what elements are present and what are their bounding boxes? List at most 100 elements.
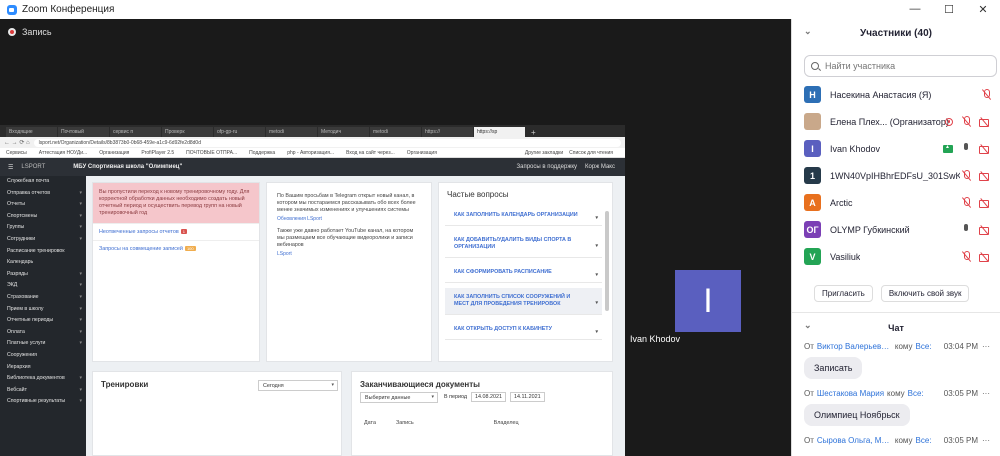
recording-icon xyxy=(8,28,16,36)
chat-sender[interactable]: Сырова Ольга, МАУ... xyxy=(817,436,892,445)
chat-sender[interactable]: Виктор Валерьевич ... xyxy=(817,342,892,351)
lsport-nav-item: ЭКД xyxy=(0,280,86,292)
avatar: I xyxy=(804,140,821,157)
participant-row[interactable]: A Arctic xyxy=(792,189,1000,216)
user-name: Корж Макс xyxy=(585,164,615,170)
faq-item: КАК ОТКРЫТЬ ДОСТУП К КАБИНЕТУ xyxy=(445,320,602,340)
documents-period: В период 14.08.2021 14.11.2021 xyxy=(444,392,549,402)
mic-icon xyxy=(961,224,972,235)
participant-status-icons xyxy=(953,251,992,262)
participant-status-icons xyxy=(953,170,992,181)
participant-row[interactable]: I Ivan Khodov xyxy=(792,135,1000,162)
lsport-nav-item: Отчетные периоды xyxy=(0,315,86,327)
participant-name: Насекина Анастасия (Я) xyxy=(830,89,932,100)
participant-row[interactable]: V Vasiliuk xyxy=(792,243,1000,270)
chat-message-meta: От Сырова Ольга, МАУ... кому Все: 03:05 PM ··… xyxy=(792,436,1000,445)
browser-tab: Входящие xyxy=(6,127,57,137)
more-icon[interactable]: ··· xyxy=(982,342,990,351)
lsport-nav-item: Отправка отчетов xyxy=(0,188,86,200)
browser-tab: ofp-gp-ru xyxy=(214,127,265,137)
lsport-nav-item: Спортсмены xyxy=(0,211,86,223)
avatar xyxy=(804,113,821,130)
date-from: 14.08.2021 xyxy=(471,392,507,402)
maximize-button[interactable]: ☐ xyxy=(932,3,966,16)
unmute-self-button[interactable]: Включить свой звук xyxy=(880,285,970,302)
invite-button[interactable]: Пригласить xyxy=(814,285,873,302)
lsport-nav-item: Разряды xyxy=(0,269,86,281)
faq-item: КАК СФОРМИРОВАТЬ РАСПИСАНИЕ xyxy=(445,263,602,283)
chat-to-label: кому xyxy=(887,389,905,398)
close-button[interactable]: ✕ xyxy=(966,3,1000,16)
news-card: По Вашим просьбам в Telegram открыт новы… xyxy=(266,182,432,362)
participant-video-tile[interactable]: I xyxy=(675,270,741,332)
participant-search[interactable] xyxy=(804,55,997,77)
lsport-nav-item: Оплата xyxy=(0,327,86,339)
telegram-news: По Вашим просьбам в Telegram открыт новы… xyxy=(277,193,416,213)
participant-search-input[interactable] xyxy=(825,61,985,71)
avatar: Н xyxy=(804,86,821,103)
lsport-nav-item: Сотрудники xyxy=(0,234,86,246)
faq-item: КАК ДОБАВИТЬ/УДАЛИТЬ ВИДЫ СПОРТА В ОРГАН… xyxy=(445,231,602,258)
trainings-card: Тренировки Сегодня xyxy=(92,371,342,456)
faq-card: Частые вопросы КАК ЗАПОЛНИТЬ КАЛЕНДАРЬ О… xyxy=(438,182,613,362)
bookmark-item: ПОЧТОВЫЕ ОТПРА... xyxy=(186,149,238,156)
participant-name: Arctic xyxy=(830,197,853,208)
lsport-nav-item: Вебсайт xyxy=(0,385,86,397)
menu-icon: ☰ xyxy=(8,164,14,171)
chat-sender[interactable]: Шестакова Мария xyxy=(817,389,884,398)
bookmark-item: php - Авторизация... xyxy=(287,149,335,156)
browser-tab: metodi xyxy=(266,127,317,137)
bookmark-item: Организация xyxy=(99,149,130,156)
video-off-icon xyxy=(979,171,992,181)
lsport-nav-item: Страхование xyxy=(0,292,86,304)
search-icon xyxy=(811,62,819,70)
support-link: Запросы в поддержку xyxy=(516,164,578,170)
participant-status-icons xyxy=(936,143,992,154)
more-icon[interactable]: ··· xyxy=(982,436,990,445)
lsport-nav-item: Библиотека документов xyxy=(0,373,86,385)
collapse-chat-icon[interactable]: ⌄ xyxy=(804,320,812,331)
more-icon[interactable]: ··· xyxy=(982,389,990,398)
lsport-nav-item: Календарь xyxy=(7,259,34,266)
org-name: МБУ Спортивная школа "Олимпиец" xyxy=(73,164,183,170)
video-off-icon xyxy=(979,144,992,154)
lsport-nav-item: Служебная почта xyxy=(7,178,50,184)
participant-row[interactable]: ОГ OLYMP Губкинский xyxy=(792,216,1000,243)
merge-requests-link: Запросы на совмещение записей 100 xyxy=(93,240,259,257)
chat-from-label: От xyxy=(804,389,814,398)
window-controls: — ☐ ✕ xyxy=(898,3,1000,16)
bookmark-folder: Список для чтения xyxy=(569,149,613,156)
lsport-nav-item: Расписание тренировок xyxy=(7,247,65,254)
participants-header: ⌄ Участники (40) xyxy=(792,19,1000,47)
chat-recipient: Все: xyxy=(907,389,924,398)
browser-tab: https://sp xyxy=(474,127,525,137)
faq-title: Частые вопросы xyxy=(447,190,509,199)
browser-tab: metodi xyxy=(370,127,421,137)
video-tile-name: Ivan Khodov xyxy=(630,334,681,344)
participant-row[interactable]: Н Насекина Анастасия (Я) xyxy=(792,81,1000,108)
minimize-button[interactable]: — xyxy=(898,3,932,16)
muted-mic-icon xyxy=(961,197,972,208)
participant-row[interactable]: Елена Плех... (Организатор) xyxy=(792,108,1000,135)
participant-status-icons xyxy=(938,116,992,127)
recording-indicator[interactable]: Запись xyxy=(8,27,52,37)
faq-item: КАК ЗАПОЛНИТЬ КАЛЕНДАРЬ ОРГАНИЗАЦИИ xyxy=(445,206,602,226)
lsport-nav-item: Спортивные результаты xyxy=(0,396,86,408)
browser-url-bar: ← → ⟳ ⌂ lsport.net/Organization/Details/… xyxy=(0,137,625,148)
collapse-participants-icon[interactable]: ⌄ xyxy=(804,26,812,37)
lsport-nav-item: Отчеты xyxy=(0,199,86,211)
participant-name: Ivan Khodov xyxy=(830,143,881,154)
notice-card: Вы пропустили переход к новому тренирово… xyxy=(92,182,260,362)
participant-status-icons xyxy=(953,197,992,208)
participant-row[interactable]: 1 1WN40VpIHBhrEDFsU_301SwKg... xyxy=(792,162,1000,189)
bookmark-item: Организация xyxy=(406,149,437,156)
chat-from-label: От xyxy=(804,342,814,351)
chat-message-meta: От Шестакова Мария кому Все: 03:05 PM ··· xyxy=(792,389,1000,398)
chat-messages: От Виктор Валерьевич ... кому Все: 03:04 PM ·… xyxy=(792,342,1000,445)
avatar: ОГ xyxy=(804,221,821,238)
zoom-logo-icon xyxy=(7,4,17,15)
avatar: 1 xyxy=(804,167,821,184)
documents-card: Заканчивающиеся документы Выберите данны… xyxy=(351,371,613,456)
date-to: 14.11.2021 xyxy=(510,392,545,402)
youtube-news: Также уже давно работает YouTube канал, … xyxy=(277,228,414,248)
